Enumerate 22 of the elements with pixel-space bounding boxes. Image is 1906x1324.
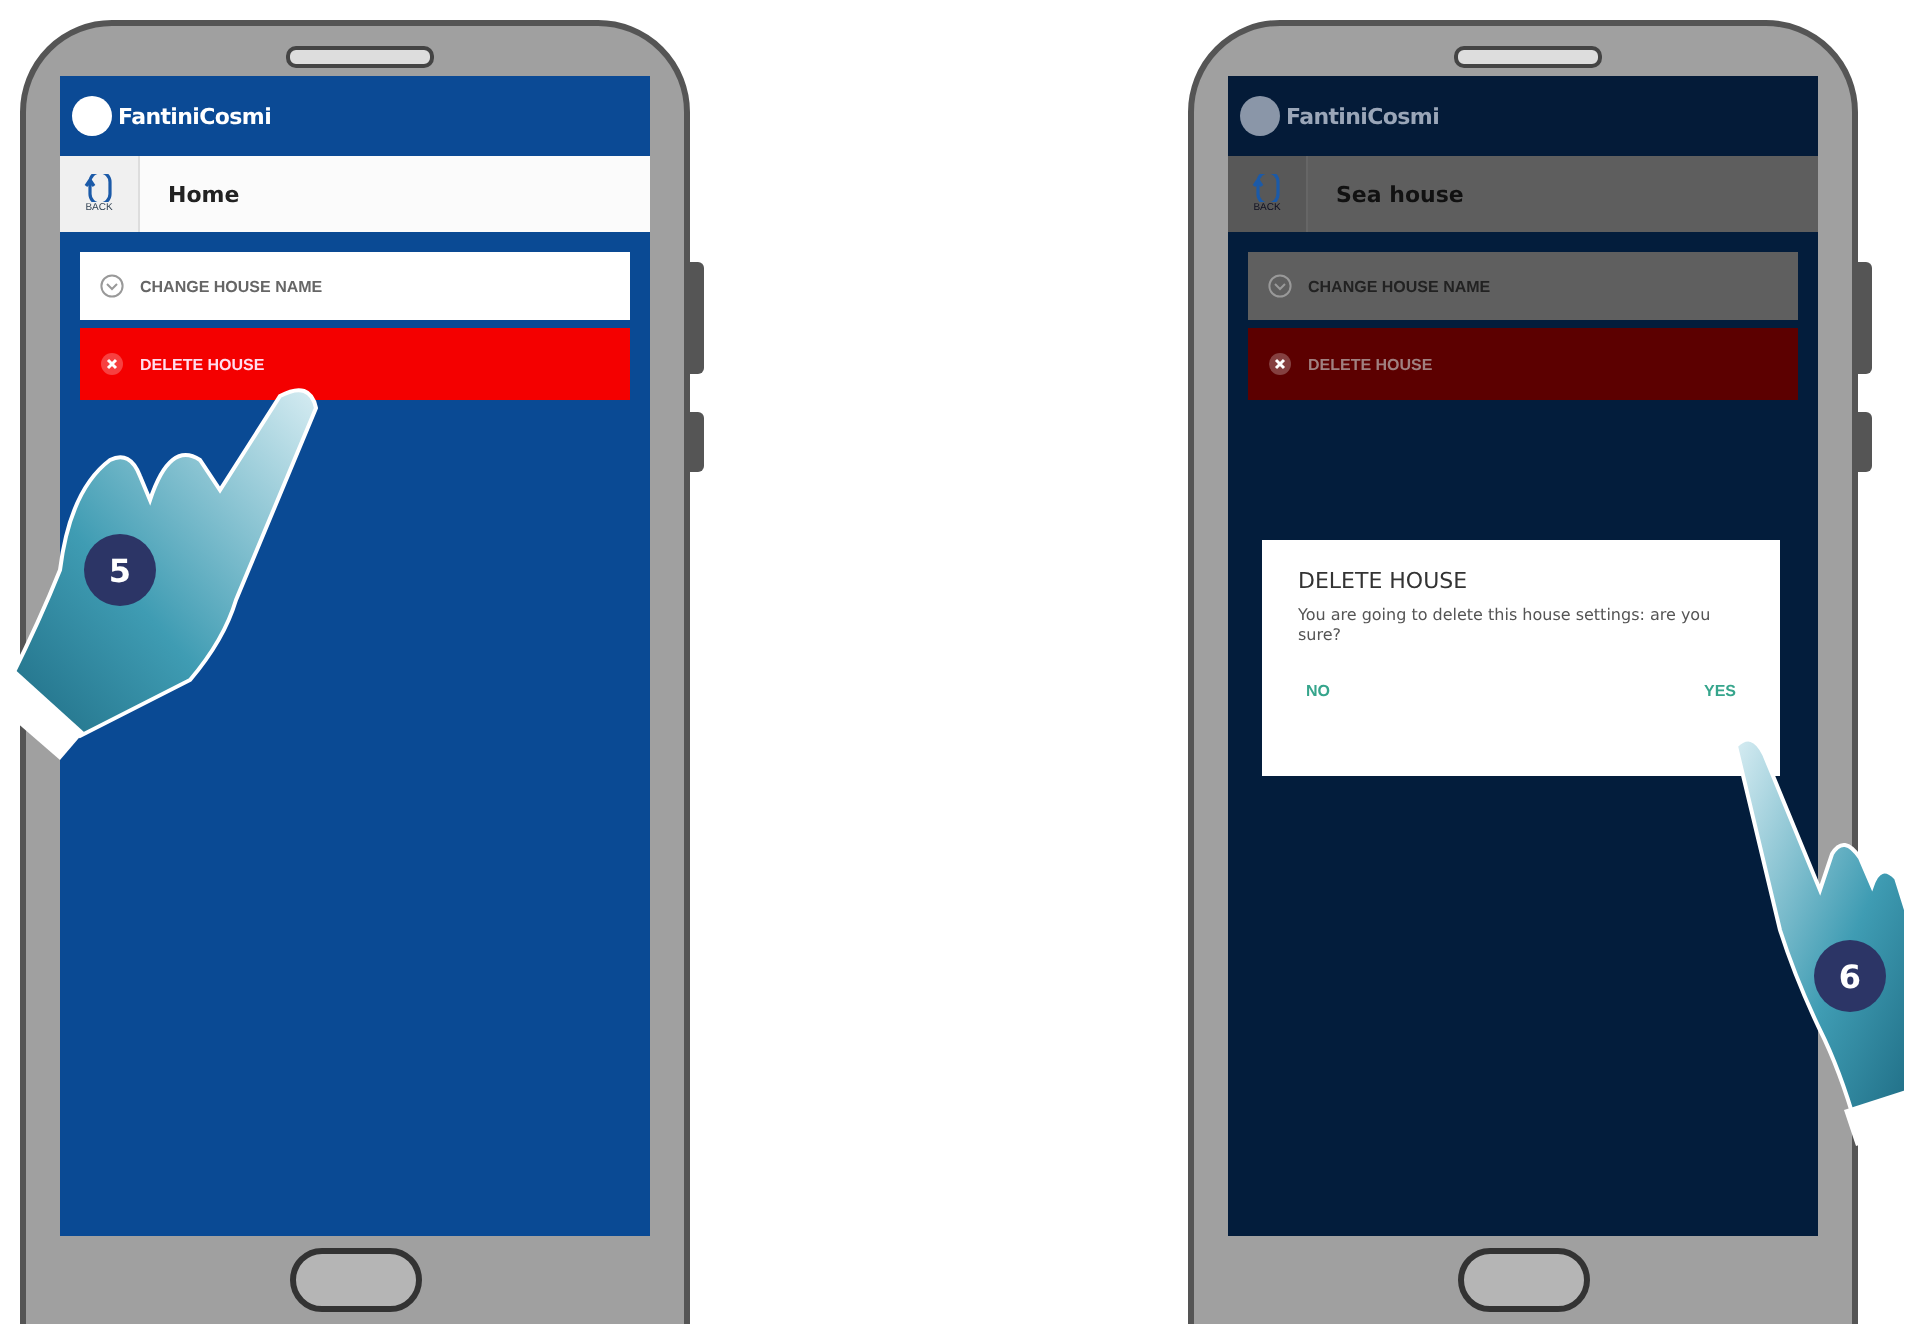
close-icon bbox=[1268, 352, 1292, 376]
chevron-down-icon bbox=[1268, 274, 1292, 298]
menu-item[interactable]: CHANGE HOUSE NAME bbox=[1248, 252, 1798, 320]
chevron-down-icon bbox=[100, 274, 124, 298]
dialog-button[interactable]: NO bbox=[1298, 678, 1338, 704]
dialog-title: DELETE HOUSE bbox=[1298, 568, 1470, 594]
screen-title: Home bbox=[168, 181, 240, 207]
menu-item[interactable]: CHANGE HOUSE NAME bbox=[80, 252, 630, 320]
home-button[interactable] bbox=[1457, 1248, 1589, 1312]
logo-circle-icon bbox=[1240, 96, 1280, 136]
menu-item[interactable]: DELETE HOUSE bbox=[1248, 328, 1798, 400]
dialog-button[interactable]: YES bbox=[1695, 678, 1744, 704]
app-logo: FantiniCosmi bbox=[118, 103, 272, 129]
app-logo: FantiniCosmi bbox=[1286, 103, 1440, 129]
home-button[interactable] bbox=[289, 1248, 421, 1312]
back-icon bbox=[1251, 174, 1283, 202]
menu-item[interactable]: DELETE HOUSE bbox=[80, 328, 630, 400]
back-icon bbox=[83, 174, 115, 202]
logo-circle-icon bbox=[72, 96, 112, 136]
screen-title: Sea house bbox=[1336, 181, 1464, 207]
close-icon bbox=[100, 352, 124, 376]
dialog-message: You are going to delete this house settings: are you sure? bbox=[1298, 606, 1713, 646]
